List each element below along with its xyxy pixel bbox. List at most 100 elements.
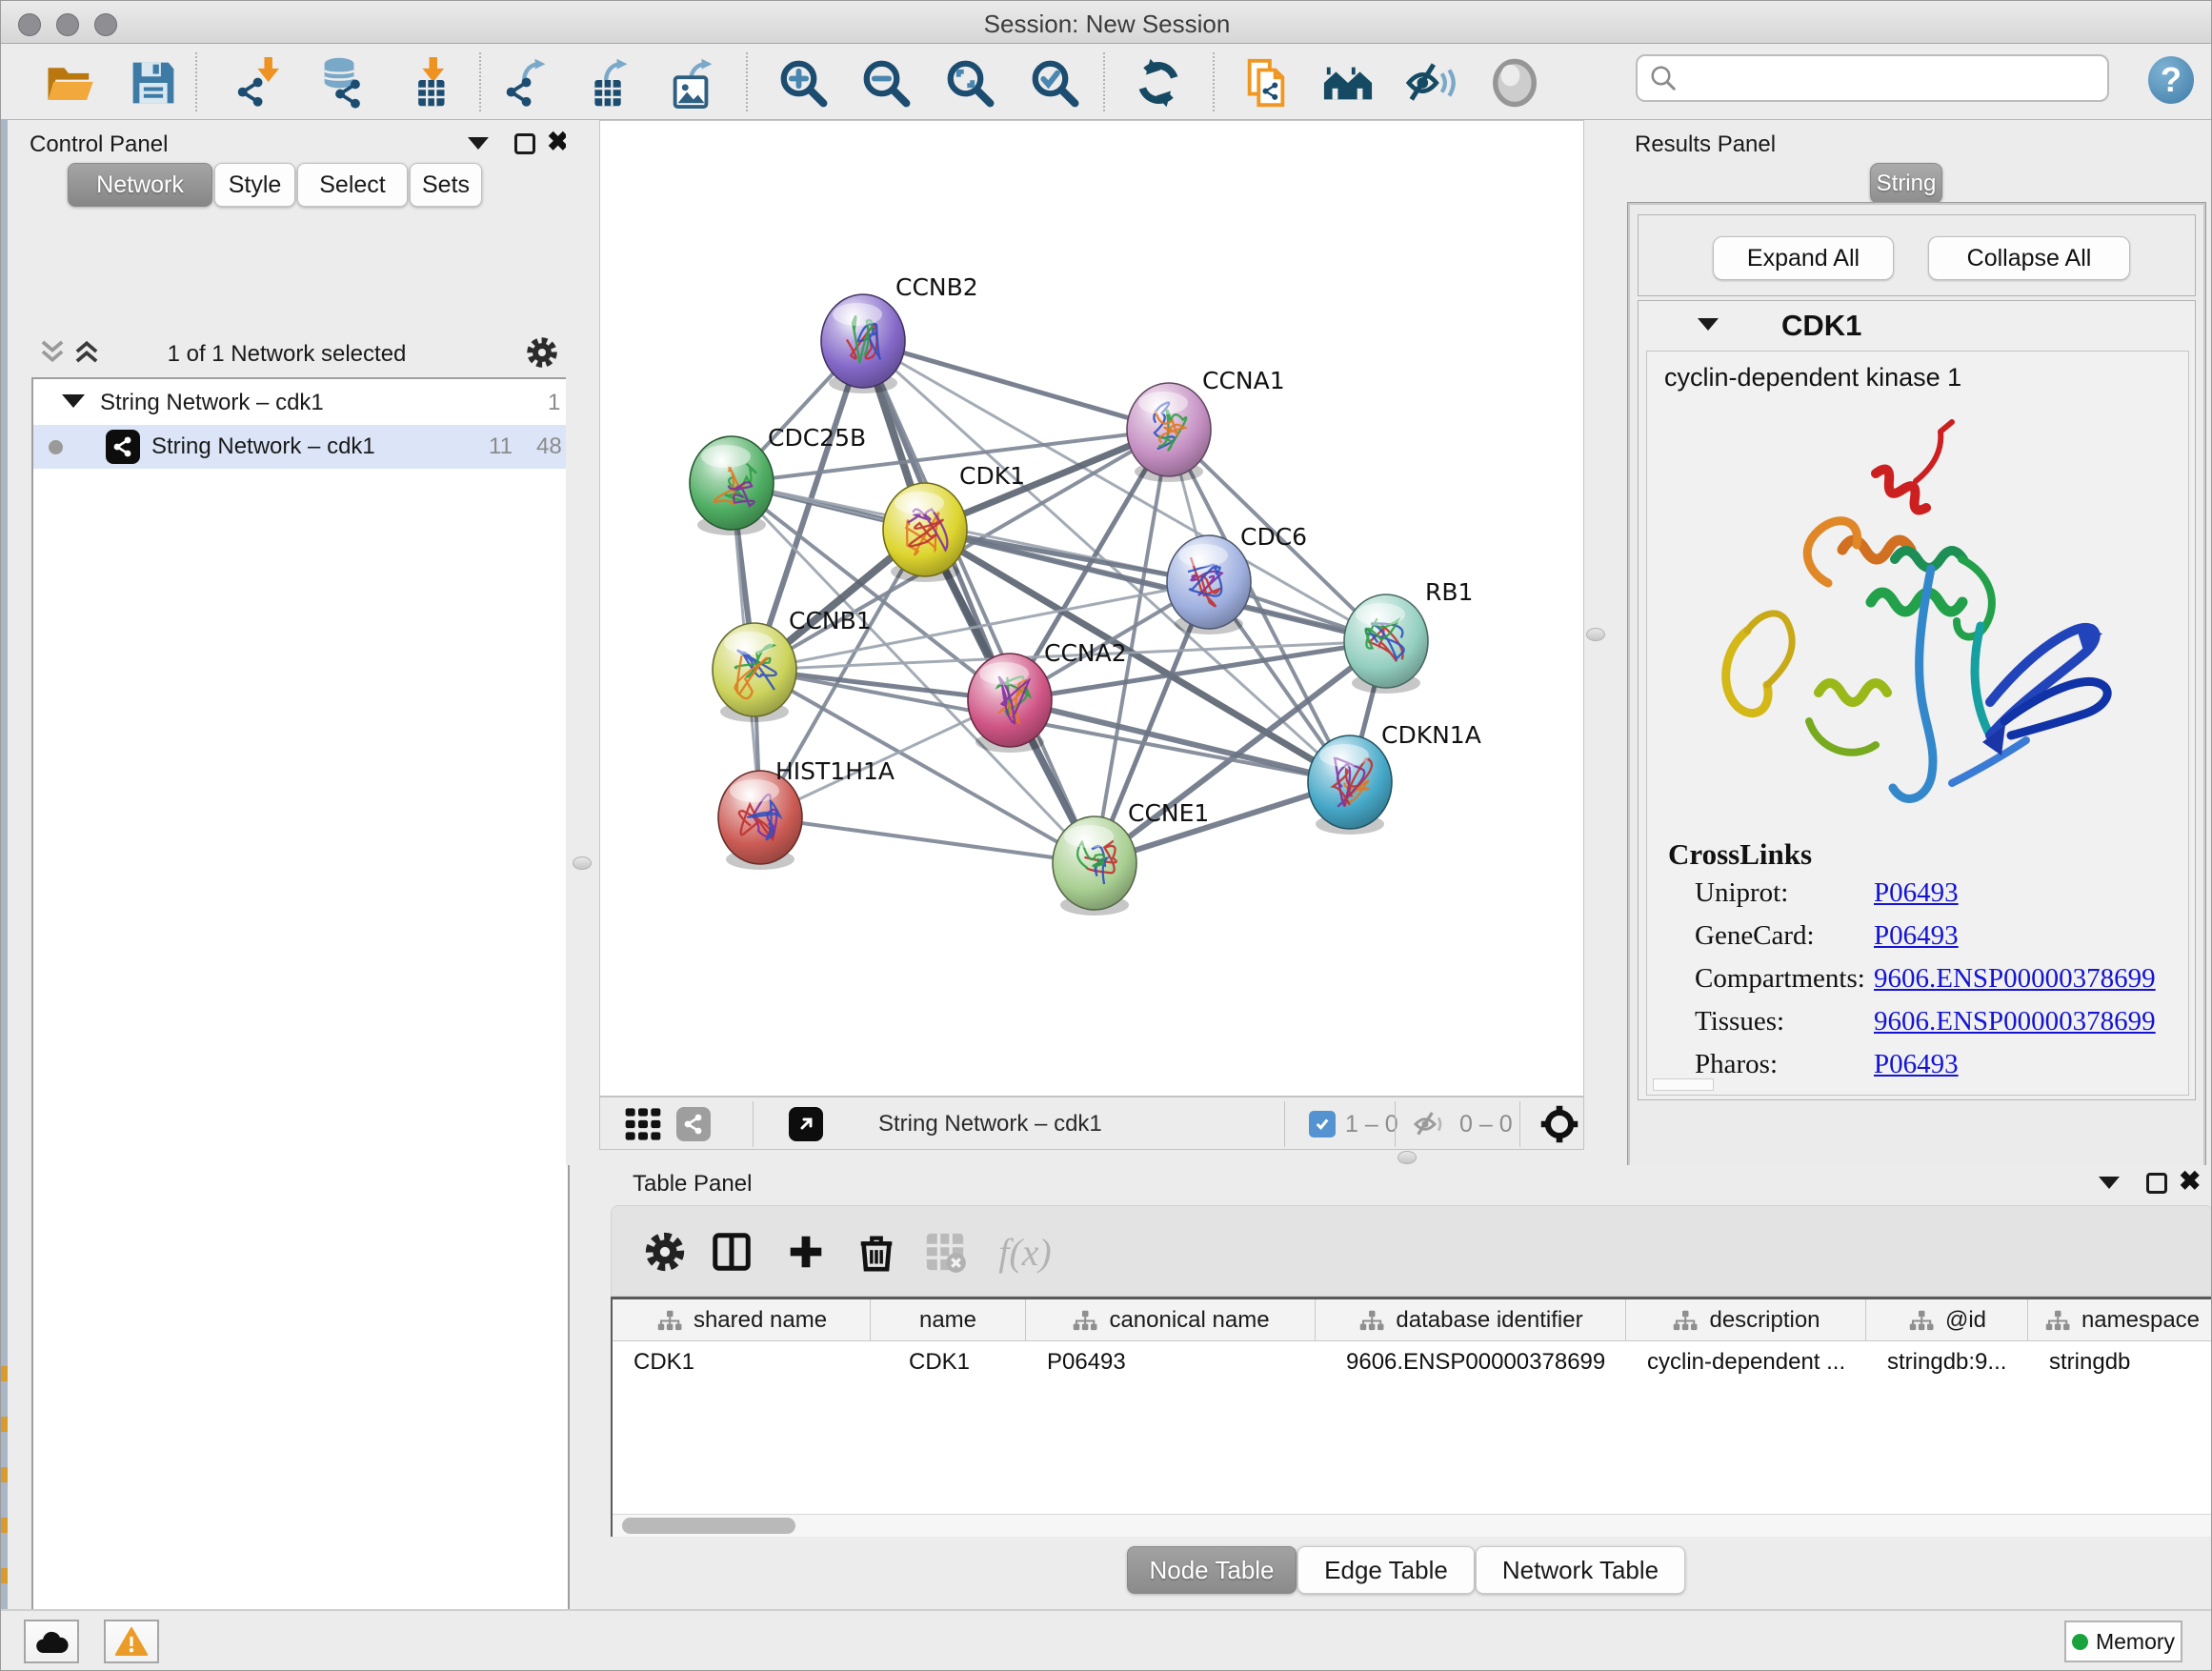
selected-checkbox-icon[interactable] — [1309, 1111, 1336, 1137]
help-button[interactable]: ? — [2148, 56, 2194, 104]
results-panel: Results Panel String Expand All Collapse… — [1620, 120, 2212, 1165]
cell-namespace[interactable]: stringdb — [2028, 1341, 2212, 1383]
splitter-handle[interactable] — [573, 856, 592, 870]
tab-edge-table[interactable]: Edge Table — [1297, 1546, 1475, 1594]
panel-splitter-right[interactable] — [1584, 120, 1620, 1165]
column-header-name[interactable]: name — [871, 1299, 1026, 1341]
network-node-CCNE1[interactable]: CCNE1 — [1053, 799, 1209, 916]
column-header-namespace[interactable]: namespace — [2028, 1299, 2212, 1341]
zoom-in-button[interactable] — [774, 55, 832, 111]
scrollbar-thumb[interactable] — [622, 1518, 795, 1534]
network-node-HIST1H1A[interactable]: HIST1H1A — [718, 757, 895, 870]
collapse-entry-icon[interactable] — [1698, 318, 1719, 331]
tab-string-results[interactable]: String — [1870, 163, 1942, 204]
crosslink-row: Tissues: 9606.ENSP00000378699 — [1647, 1006, 2188, 1049]
cdk1-entry-header[interactable]: CDK1 — [1639, 301, 2195, 349]
show-columns-button[interactable] — [707, 1227, 756, 1277]
memory-button[interactable]: Memory — [2064, 1621, 2182, 1662]
function-builder-button[interactable]: f(x) — [987, 1227, 1063, 1277]
collapse-triangle-icon[interactable] — [62, 394, 85, 408]
zoom-fit-button[interactable] — [941, 55, 998, 111]
float-panel-button[interactable] — [514, 133, 535, 154]
panel-menu-button[interactable] — [468, 137, 489, 154]
import-table-button[interactable] — [398, 55, 455, 111]
import-network-from-database-button[interactable] — [312, 55, 370, 111]
network-edge-CCNB2-CCNE1[interactable] — [863, 341, 1095, 863]
tab-sets[interactable]: Sets — [410, 163, 482, 207]
network-collection-row[interactable]: String Network – cdk1 1 — [33, 381, 568, 425]
show-hidden-button[interactable] — [1486, 55, 1543, 111]
table-row[interactable]: CDK1 CDK1 P06493 9606.ENSP00000378699 cy… — [613, 1341, 2212, 1383]
network-node-CDKN1A[interactable]: CDKN1A — [1308, 721, 1481, 835]
network-options-gear[interactable] — [525, 335, 559, 374]
show-all-nodes-button[interactable] — [1319, 55, 1377, 111]
uniprot-link[interactable]: P06493 — [1874, 877, 1959, 909]
duplicate-documents-icon — [1240, 57, 1292, 109]
cell-description[interactable]: cyclin-dependent ... — [1626, 1341, 1866, 1383]
import-network-button[interactable] — [231, 55, 289, 111]
network-node-CDK1[interactable]: CDK1 — [883, 462, 1025, 582]
add-column-button[interactable] — [781, 1227, 831, 1277]
expand-all-button[interactable]: Expand All — [1713, 236, 1894, 280]
refresh-layout-button[interactable] — [1130, 55, 1187, 111]
collapsed-sidebar-strip[interactable] — [1, 120, 8, 1609]
network-view[interactable]: CCNB2CCNA1CDC25BCDK1CDC6RB1CCNB1CCNA2CDK… — [599, 120, 1584, 1097]
delete-table-button[interactable] — [920, 1227, 970, 1277]
float-panel-button[interactable] — [2146, 1173, 2167, 1194]
open-in-window-button[interactable] — [789, 1103, 823, 1145]
cell-id[interactable]: stringdb:9... — [1866, 1341, 2028, 1383]
panel-splitter-left[interactable] — [566, 120, 599, 1165]
tab-network[interactable]: Network — [68, 163, 212, 207]
network-row-selected[interactable]: String Network – cdk1 11 48 — [33, 425, 568, 469]
fit-selected-button[interactable] — [1538, 1103, 1580, 1145]
grid-icon — [623, 1105, 663, 1143]
zoom-selected-button[interactable] — [1026, 55, 1083, 111]
column-header-database-identifier[interactable]: database identifier — [1316, 1299, 1626, 1341]
string-view-button[interactable] — [676, 1103, 711, 1145]
column-header-canonical-name[interactable]: canonical name — [1026, 1299, 1316, 1341]
cell-shared-name[interactable]: CDK1 — [613, 1341, 871, 1383]
horizontal-splitter-handle[interactable] — [1398, 1151, 1417, 1164]
cell-canonical-name[interactable]: P06493 — [1026, 1341, 1316, 1383]
network-edge-CCNB2-CCNA1[interactable] — [863, 341, 1169, 430]
table-options-button[interactable] — [640, 1227, 690, 1277]
splitter-handle[interactable] — [1586, 628, 1605, 641]
refresh-icon — [1133, 57, 1184, 109]
column-header-id[interactable]: @id — [1866, 1299, 2028, 1341]
search-input[interactable] — [1678, 59, 2107, 97]
hide-selected-button[interactable] — [1402, 55, 1459, 111]
tab-select[interactable]: Select — [297, 163, 408, 207]
open-session-button[interactable] — [41, 55, 98, 111]
cloud-icon — [34, 1626, 69, 1657]
memory-label: Memory — [2096, 1629, 2175, 1655]
pharos-link[interactable]: P06493 — [1874, 1049, 1959, 1080]
node-label-CCNE1: CCNE1 — [1128, 799, 1209, 827]
tissues-link[interactable]: 9606.ENSP00000378699 — [1874, 1006, 2156, 1037]
birdseye-grid-button[interactable] — [623, 1103, 663, 1145]
column-header-shared-name[interactable]: shared name — [613, 1299, 871, 1341]
clone-network-button[interactable] — [1237, 55, 1295, 111]
cell-database-identifier[interactable]: 9606.ENSP00000378699 — [1316, 1341, 1626, 1383]
column-header-description[interactable]: description — [1626, 1299, 1866, 1341]
save-session-button[interactable] — [125, 55, 182, 111]
tab-network-table[interactable]: Network Table — [1476, 1546, 1685, 1594]
warnings-button[interactable] — [104, 1620, 159, 1663]
panel-menu-button[interactable] — [2099, 1177, 2120, 1194]
export-network-button[interactable] — [498, 55, 555, 111]
cloud-button[interactable] — [24, 1620, 79, 1663]
tab-style[interactable]: Style — [214, 163, 295, 207]
horizontal-scrollbar[interactable] — [613, 1514, 2212, 1537]
genecard-link[interactable]: P06493 — [1874, 920, 1959, 952]
network-node-RB1[interactable]: RB1 — [1344, 578, 1473, 694]
delete-column-button[interactable] — [852, 1227, 901, 1277]
cell-name[interactable]: CDK1 — [871, 1341, 1026, 1383]
tab-node-table[interactable]: Node Table — [1127, 1546, 1297, 1594]
zoom-out-button[interactable] — [857, 55, 915, 111]
mini-scrollbar[interactable] — [1653, 1078, 1714, 1091]
network-edge-HIST1H1A-CCNE1[interactable] — [760, 817, 1095, 863]
export-image-button[interactable] — [663, 55, 720, 111]
export-table-button[interactable] — [580, 55, 637, 111]
compartments-link[interactable]: 9606.ENSP00000378699 — [1874, 963, 2156, 995]
close-panel-button[interactable]: ✖ — [2179, 1171, 2201, 1192]
collapse-all-button[interactable]: Collapse All — [1928, 236, 2130, 280]
